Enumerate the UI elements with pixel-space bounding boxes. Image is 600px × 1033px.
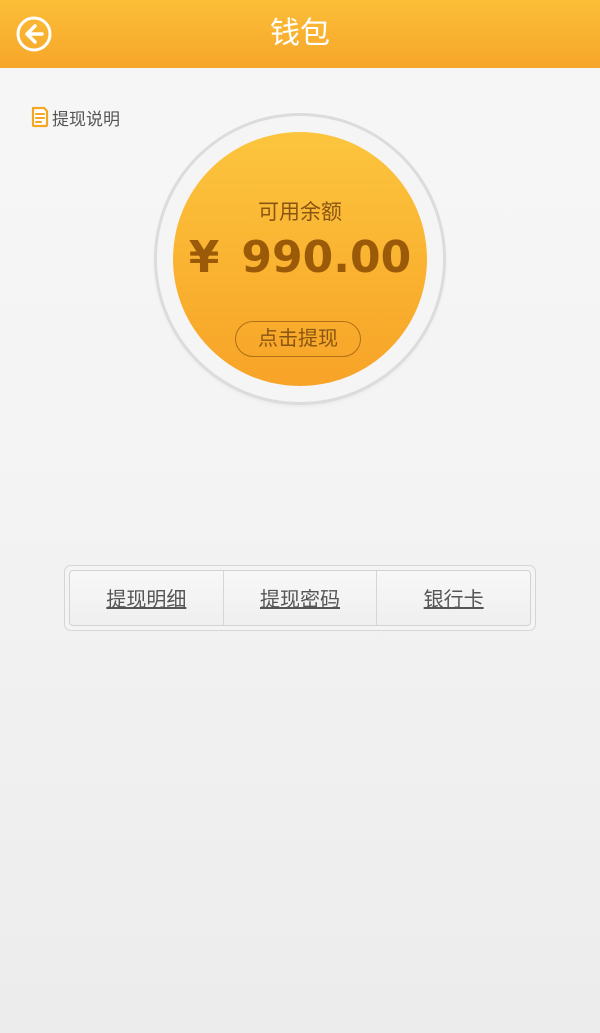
withdraw-info-label: 提现说明 (52, 109, 120, 130)
page-title: 钱包 (270, 16, 330, 51)
tab-bar: 提现明细 提现密码 银行卡 (64, 565, 536, 631)
balance-circle: 可用余额 ¥990.00 点击提现 (173, 132, 427, 386)
tab-withdraw-details[interactable]: 提现明细 (70, 571, 223, 625)
tab-withdraw-password[interactable]: 提现密码 (222, 571, 377, 625)
tab-bank-card[interactable]: 银行卡 (376, 571, 530, 625)
currency-symbol: ¥ (188, 232, 220, 283)
withdraw-button[interactable]: 点击提现 (235, 321, 361, 357)
balance-value: 990.00 (241, 232, 412, 283)
document-icon (31, 106, 49, 128)
balance-amount: ¥990.00 (173, 232, 427, 283)
tab-group: 提现明细 提现密码 银行卡 (69, 570, 531, 626)
balance-label: 可用余额 (258, 200, 342, 224)
withdraw-info-link[interactable]: 提现说明 (31, 105, 120, 130)
header-bar: 钱包 (0, 0, 600, 68)
